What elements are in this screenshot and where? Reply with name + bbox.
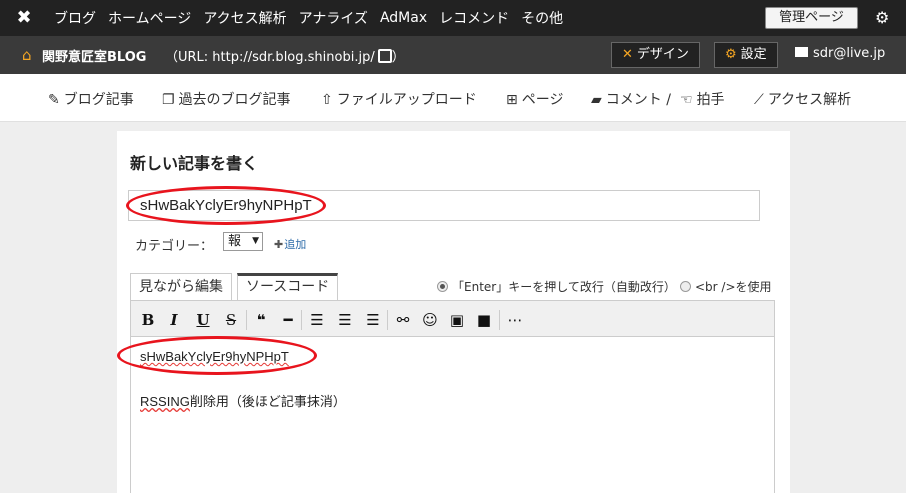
external-link-icon[interactable] (377, 49, 392, 63)
content-line-note: RSSING削除用（後ほど記事抹消） (140, 391, 346, 410)
nav-access-analysis[interactable]: アクセス解析 (203, 8, 286, 28)
align-right-icon[interactable]: ☰ (363, 310, 383, 330)
admin-page-button[interactable]: 管理ページ (765, 7, 858, 29)
line-chart-icon: ⟋ (754, 92, 764, 108)
settings-button-label: 設定 (740, 47, 767, 62)
tab-wysiwyg[interactable]: 見ながら編集 (130, 273, 232, 300)
toolbar-divider (387, 310, 388, 330)
category-select[interactable]: 報 ▼ (223, 232, 263, 251)
page-break-icon[interactable]: ⋯ (505, 310, 525, 330)
subnav-blog-posts-label: ブログ記事 (63, 92, 134, 108)
add-category-link[interactable]: ✚追加 (274, 236, 306, 252)
subnav-access-label: アクセス解析 (767, 92, 852, 108)
blog-url: （URL: http://sdr.blog.shinobi.jp/ ） (165, 46, 405, 65)
nav-homepage[interactable]: ホームページ (108, 8, 191, 28)
content-line-title: sHwBakYclyEr9hyNPHpT (140, 349, 289, 364)
blog-url-close: ） (391, 50, 405, 65)
subnav-comment-label: コメント / (605, 92, 671, 108)
subnav-clap[interactable]: ☜ 拍手 (680, 89, 725, 109)
toolbar-divider (246, 310, 247, 330)
radio-button (437, 281, 448, 292)
post-title-input[interactable]: sHwBakYclyEr9hyNPHpT (128, 190, 760, 221)
gear-icon: ⚙ (725, 47, 737, 62)
shinobi-logo-icon[interactable]: ✖ (14, 8, 34, 28)
strikethrough-button[interactable]: S (221, 310, 241, 330)
nav-blog[interactable]: ブログ (54, 8, 96, 28)
subnav-clap-label: 拍手 (696, 92, 725, 108)
italic-button[interactable]: I (164, 310, 184, 330)
subnav-past-posts[interactable]: ❐ 過去のブログ記事 (162, 89, 291, 109)
nav-recommend[interactable]: レコメンド (439, 8, 509, 28)
rich-text-editor: B I U S ❝ ━ ☰ ☰ ☰ ⚯ ☺ ▣ ■ ⋯ sHwBakYclyEr… (130, 300, 775, 493)
nav-admax[interactable]: AdMax (380, 10, 427, 26)
sub-navigation: ✎ ブログ記事 ❐ 過去のブログ記事 ⇧ ファイルアップロード ⊞ ページ ▰ コメント … (0, 74, 906, 122)
subnav-page-label: ページ (521, 92, 564, 108)
blog-url-text[interactable]: （URL: http://sdr.blog.shinobi.jp/ (165, 50, 375, 65)
top-navigation-bar: ✖ ブログ ホームページ アクセス解析 アナライズ AdMax レコメンド その… (0, 0, 906, 36)
top-nav-menu: ブログ ホームページ アクセス解析 アナライズ AdMax レコメンド その他 (54, 0, 575, 36)
subnav-access-analysis[interactable]: ⟋ アクセス解析 (754, 89, 851, 109)
design-button[interactable]: ✕ デザイン (611, 42, 700, 68)
radio-button (680, 281, 691, 292)
category-label: カテゴリー： (135, 239, 214, 254)
blog-name-link[interactable]: 関野意匠室BLOG (42, 46, 146, 65)
editor-toolbar: B I U S ❝ ━ ☰ ☰ ☰ ⚯ ☺ ▣ ■ ⋯ (131, 301, 774, 337)
video-icon[interactable]: ■ (474, 310, 494, 330)
copy-icon: ❐ (162, 92, 175, 108)
id-card-icon (795, 47, 808, 57)
subnav-page[interactable]: ⊞ ページ (506, 89, 563, 109)
emoji-icon[interactable]: ☺ (420, 310, 440, 330)
page-title: 新しい記事を書く (130, 154, 259, 173)
quote-icon[interactable]: ❝ (251, 310, 271, 330)
link-icon[interactable]: ⚯ (393, 310, 413, 330)
content-line-note-rest: 削除用（後ほど記事抹消） (189, 394, 346, 409)
home-icon: ⌂ (22, 46, 32, 64)
subnav-blog-posts[interactable]: ✎ ブログ記事 (48, 89, 134, 109)
align-left-icon[interactable]: ☰ (307, 310, 327, 330)
new-post-panel: 新しい記事を書く sHwBakYclyEr9hyNPHpT カテゴリー： 報 ▼ … (117, 131, 790, 493)
user-account[interactable]: sdr@live.jp (795, 46, 885, 61)
plus-icon: ✚ (274, 238, 284, 251)
radio-enter-label: 「Enter」キーを押して改行（自動改行） (452, 280, 676, 294)
subnav-file-upload[interactable]: ⇧ ファイルアップロード (321, 89, 477, 109)
subnav-file-upload-label: ファイルアップロード (336, 92, 477, 108)
radio-use-br[interactable]: <br />を使用 (680, 278, 772, 295)
editor-content-area[interactable]: sHwBakYclyEr9hyNPHpT RSSING削除用（後ほど記事抹消） (131, 338, 774, 493)
image-icon[interactable]: ▣ (447, 310, 467, 330)
radio-br-label: <br />を使用 (695, 280, 772, 294)
subnav-past-posts-label: 過去のブログ記事 (178, 92, 291, 108)
tools-icon: ✕ (622, 47, 633, 62)
tab-source-code[interactable]: ソースコード (237, 273, 339, 300)
underline-button[interactable]: U (193, 310, 213, 330)
subnav-comment[interactable]: ▰ コメント / (591, 89, 671, 109)
chevron-down-icon: ▼ (252, 236, 259, 246)
toolbar-divider (301, 310, 302, 330)
settings-button[interactable]: ⚙ 設定 (714, 42, 778, 68)
upload-icon: ⇧ (321, 92, 333, 108)
toolbar-divider (499, 310, 500, 330)
gear-icon[interactable]: ⚙ (875, 8, 889, 28)
design-button-label: デザイン (636, 47, 689, 62)
horizontal-rule-icon[interactable]: ━ (278, 310, 298, 330)
content-line-note-prefix: RSSING (140, 394, 190, 409)
nav-other[interactable]: その他 (521, 8, 563, 28)
category-value: 報 (228, 234, 242, 249)
user-email: sdr@live.jp (813, 46, 886, 61)
align-center-icon[interactable]: ☰ (335, 310, 355, 330)
bold-button[interactable]: B (138, 310, 158, 330)
edit-icon: ✎ (48, 92, 60, 108)
radio-enter-linebreak[interactable]: 「Enter」キーを押して改行（自動改行） (437, 278, 676, 295)
add-category-label: 追加 (284, 238, 307, 251)
nav-analyze[interactable]: アナライズ (299, 8, 368, 28)
hand-icon: ☜ (680, 92, 693, 108)
sitemap-icon: ⊞ (506, 92, 518, 108)
comment-icon: ▰ (591, 92, 602, 108)
blog-bar: ⌂ 関野意匠室BLOG （URL: http://sdr.blog.shinob… (0, 36, 906, 74)
